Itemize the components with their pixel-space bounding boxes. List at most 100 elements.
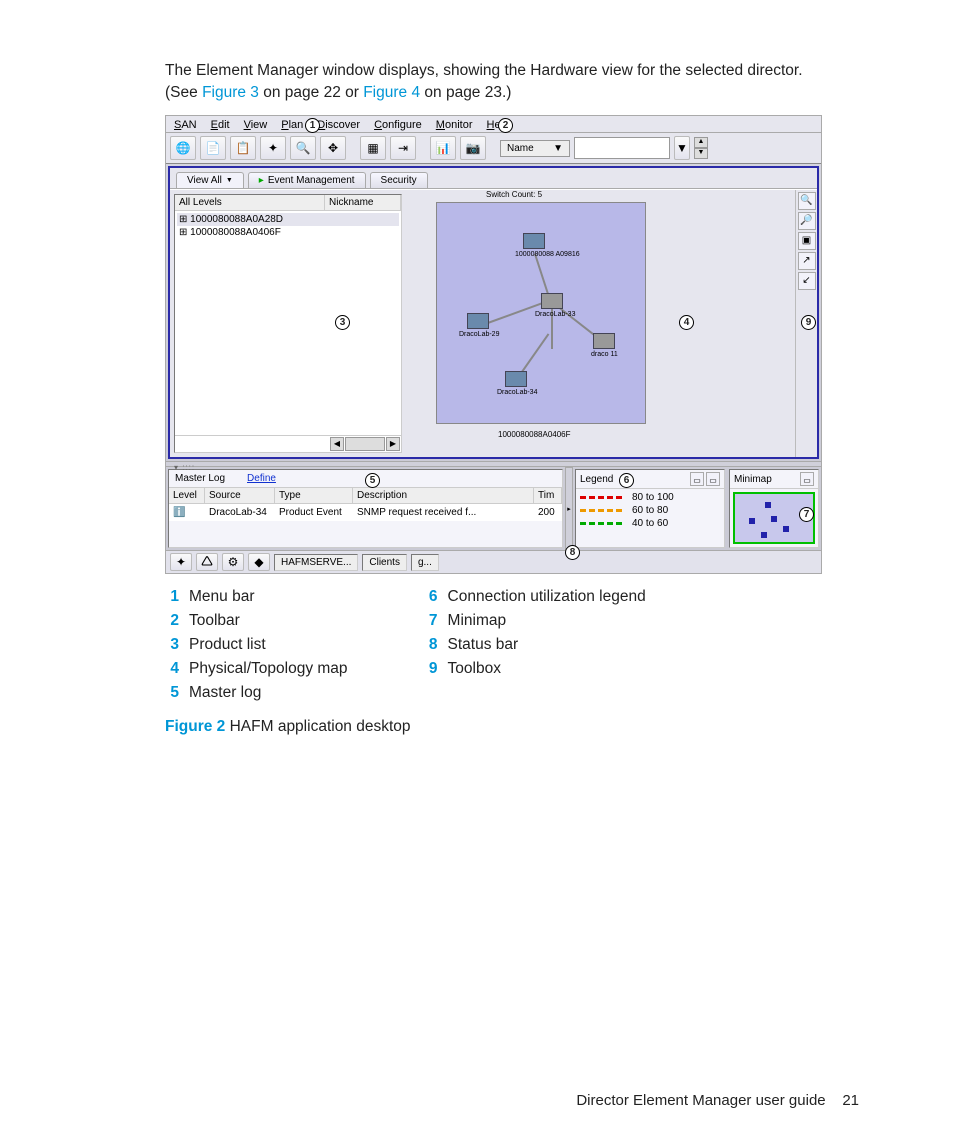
- master-log-title: Master Log: [175, 473, 225, 484]
- minimap-btn[interactable]: ▭: [800, 472, 814, 486]
- status-btn-4[interactable]: ◆: [248, 553, 270, 571]
- legend-text-7: Minimap: [448, 612, 507, 630]
- map-node-2[interactable]: [467, 313, 489, 329]
- toolbar-btn-5[interactable]: 🔍: [290, 136, 316, 160]
- figure-caption-text: HAFM application desktop: [225, 718, 410, 735]
- lnum-6: 6: [424, 588, 438, 606]
- tree-row-2[interactable]: ⊞ 1000080088A0406F: [177, 226, 399, 239]
- scroll-down-icon[interactable]: ▼: [694, 148, 708, 159]
- legend-range-2: 60 to 80: [632, 505, 668, 516]
- legend-text-3: Product list: [189, 636, 266, 654]
- expand-icon[interactable]: ↙: [798, 272, 816, 290]
- toolbar-btn-2[interactable]: 📄: [200, 136, 226, 160]
- define-link[interactable]: Define: [247, 473, 276, 484]
- status-clients: Clients: [362, 554, 407, 571]
- status-btn-2[interactable]: 🛆: [196, 553, 218, 571]
- log-tim: 200: [534, 505, 562, 520]
- lnum-7: 7: [424, 612, 438, 630]
- menu-discover[interactable]: DiscoverDiscover: [317, 119, 360, 131]
- legend-text-2: Toolbar: [189, 612, 240, 630]
- figure-legend-list: 1Menu bar 2Toolbar 3Product list 4Physic…: [165, 588, 859, 702]
- hscroll: ◀ ▶: [175, 435, 401, 452]
- menu-configure[interactable]: ConfigureConfigure: [374, 119, 422, 131]
- legend-line-green: [580, 522, 622, 525]
- col-all-levels[interactable]: All Levels: [175, 195, 325, 210]
- logcol-type[interactable]: Type: [275, 488, 353, 503]
- map-node-4[interactable]: [593, 333, 615, 349]
- tab-event-management[interactable]: ▸Event Management: [248, 172, 366, 188]
- tab-security[interactable]: Security: [370, 172, 428, 188]
- log-row[interactable]: ℹ️ DracoLab-34 Product Event SNMP reques…: [169, 504, 562, 521]
- scroll-left-icon[interactable]: ◀: [330, 437, 344, 451]
- log-type: Product Event: [275, 505, 353, 520]
- figure-caption: Figure 2 HAFM application desktop: [165, 718, 859, 736]
- toolbar-btn-7[interactable]: ▦: [360, 136, 386, 160]
- toolbar-btn-4[interactable]: ✦: [260, 136, 286, 160]
- intro-line2a: (See: [165, 84, 202, 101]
- status-btn-1[interactable]: ✦: [170, 553, 192, 571]
- map-node-2-label: DracoLab-29: [459, 331, 499, 338]
- toolbar-btn-10[interactable]: 📷: [460, 136, 486, 160]
- search-input[interactable]: [574, 137, 670, 159]
- lnum-1: 1: [165, 588, 179, 606]
- lnum-3: 3: [165, 636, 179, 654]
- logcol-tim[interactable]: Tim: [534, 488, 562, 503]
- search-go-button[interactable]: ▼: [674, 136, 690, 160]
- map-node-3[interactable]: [541, 293, 563, 309]
- logcol-source[interactable]: Source: [205, 488, 275, 503]
- map-footer-id: 1000080088A0406F: [498, 430, 571, 439]
- status-g: g...: [411, 554, 439, 571]
- menu-view[interactable]: ViewView: [244, 119, 268, 131]
- legend-text-8: Status bar: [448, 636, 519, 654]
- toolbar-btn-3[interactable]: 📋: [230, 136, 256, 160]
- figure-label: Figure 2: [165, 718, 225, 735]
- scroll-up-icon[interactable]: ▲: [694, 137, 708, 148]
- map-node-4-label: draco 11: [591, 351, 618, 358]
- xref-figure3[interactable]: Figure 3: [202, 84, 259, 101]
- zoom-out-icon[interactable]: 🔎: [798, 212, 816, 230]
- tree-row-2-label: 1000080088A0406F: [190, 227, 281, 238]
- logcol-description[interactable]: Description: [353, 488, 534, 503]
- legend-btn1[interactable]: ▭: [690, 472, 704, 486]
- intro-line2b: on page 22 or: [259, 84, 363, 101]
- intro-line2c: on page 23.): [420, 84, 511, 101]
- xref-figure4[interactable]: Figure 4: [363, 84, 420, 101]
- status-btn-3[interactable]: ⚙: [222, 553, 244, 571]
- menu-plan[interactable]: PlanPlan: [281, 119, 303, 131]
- tree-row-1[interactable]: ⊞ 1000080088A0A28D: [177, 213, 399, 226]
- legend-btn2[interactable]: ▭: [706, 472, 720, 486]
- lnum-8: 8: [424, 636, 438, 654]
- scroll-right-icon[interactable]: ▶: [386, 437, 400, 451]
- legend-range-3: 40 to 60: [632, 518, 668, 529]
- zoom-in-icon[interactable]: 🔍: [798, 192, 816, 210]
- collapse-icon[interactable]: ↗: [798, 252, 816, 270]
- menu-monitor[interactable]: MonitorMonitor: [436, 119, 473, 131]
- menu-edit[interactable]: EditEdit: [211, 119, 230, 131]
- status-bar: ✦ 🛆 ⚙ ◆ HAFMSERVE... Clients g...: [166, 550, 821, 573]
- map-node-1[interactable]: [523, 233, 545, 249]
- intro-paragraph: The Element Manager window displays, sho…: [165, 60, 859, 103]
- col-nickname[interactable]: Nickname: [325, 195, 401, 210]
- splitter[interactable]: ▾ ::::: [166, 461, 821, 467]
- toolbar-btn-6[interactable]: ✥: [320, 136, 346, 160]
- tab-eventmgmt-label: Event Management: [268, 175, 355, 186]
- toolbar-btn-1[interactable]: 🌐: [170, 136, 196, 160]
- map-node-5[interactable]: [505, 371, 527, 387]
- screenshot-figure: SSANAN EditEdit ViewView PlanPlan Discov…: [165, 115, 822, 574]
- tab-view-all[interactable]: View All▼: [176, 172, 244, 188]
- menu-san[interactable]: SSANAN: [174, 119, 197, 131]
- intro-line1: The Element Manager window displays, sho…: [165, 62, 803, 79]
- fit-icon[interactable]: ▣: [798, 232, 816, 250]
- status-server: HAFMSERVE...: [274, 554, 358, 571]
- name-dropdown[interactable]: Name▼: [500, 140, 570, 157]
- topology-map[interactable]: Switch Count: 5 1000080088 A09816 DracoL…: [406, 190, 795, 457]
- toolbar-btn-8[interactable]: ⇥: [390, 136, 416, 160]
- toolbar-btn-9[interactable]: 📊: [430, 136, 456, 160]
- map-node-1-label: 1000080088 A09816: [515, 251, 561, 258]
- lnum-5: 5: [165, 684, 179, 702]
- vsplitter[interactable]: ▸: [565, 467, 573, 550]
- logcol-level[interactable]: Level: [169, 488, 205, 503]
- lnum-2: 2: [165, 612, 179, 630]
- map-canvas: 1000080088 A09816 DracoLab-29 DracoLab-3…: [436, 202, 646, 424]
- scroll-thumb[interactable]: [345, 437, 385, 451]
